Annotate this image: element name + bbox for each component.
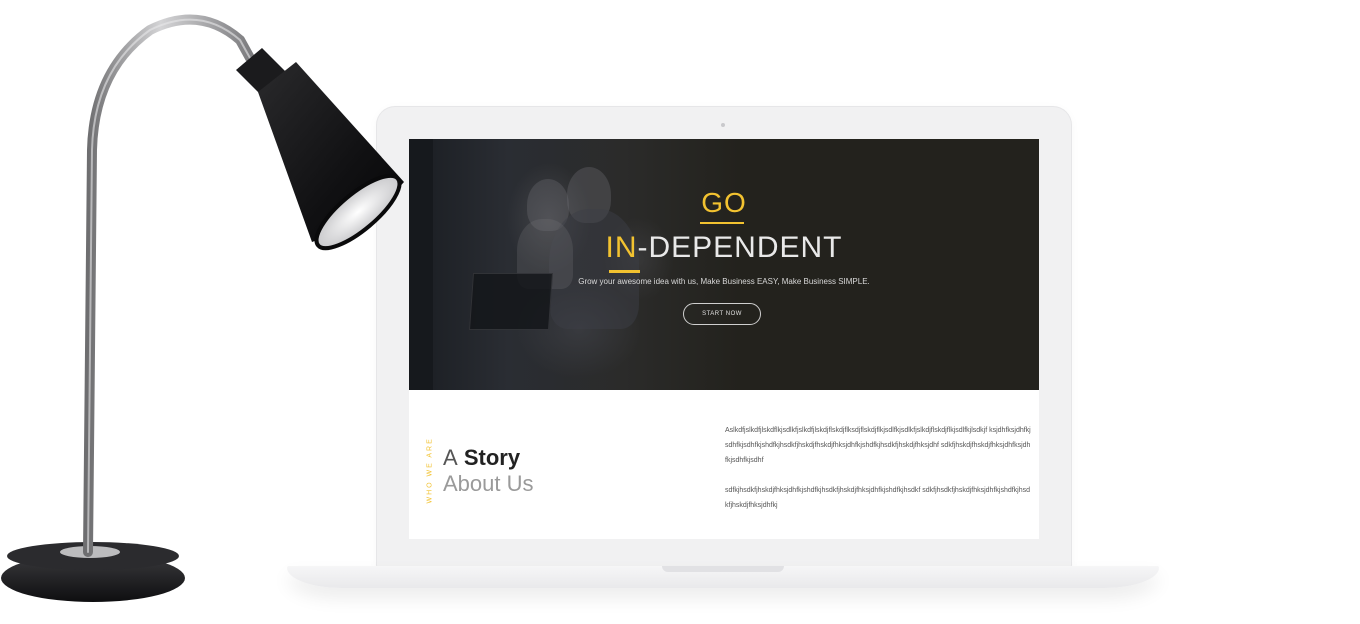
about-paragraph-1: Aslkdfjslkdfjlskdflkjsdlkfjslkdfjlskdjfl…: [725, 427, 1031, 464]
laptop-screen: GO IN-DEPENDENT Grow your awesome idea w…: [409, 139, 1039, 539]
story-heading-bold: Story: [463, 445, 521, 470]
about-paragraph-2: sdfkjhsdkfjhskdjfhksjdhfkjshdfkjhsdkfjhs…: [725, 487, 1031, 509]
who-we-are-text: WHO WE ARE: [426, 437, 434, 504]
hero-title-accent: IN: [605, 231, 638, 264]
in-underline: [609, 270, 640, 273]
laptop-notch: [662, 566, 784, 572]
hero-title-rest: -DEPENDENT: [637, 231, 843, 264]
hero-title-go: GO: [701, 187, 747, 218]
story-heading: A Story: [443, 445, 520, 471]
go-underline: [700, 222, 744, 224]
hero-subtitle: Grow your awesome idea with us, Make Bus…: [578, 277, 870, 286]
story-heading-prefix: A: [443, 445, 458, 470]
camera-icon: [721, 123, 725, 127]
story-heading-line2: About Us: [443, 471, 534, 496]
who-we-are-label: WHO WE ARE: [421, 437, 435, 507]
hero-title: IN-DEPENDENT: [409, 231, 1039, 265]
desk-lamp-icon: [1, 14, 404, 602]
start-now-button[interactable]: START NOW: [683, 303, 761, 325]
hero-banner: GO IN-DEPENDENT Grow your awesome idea w…: [409, 139, 1039, 390]
